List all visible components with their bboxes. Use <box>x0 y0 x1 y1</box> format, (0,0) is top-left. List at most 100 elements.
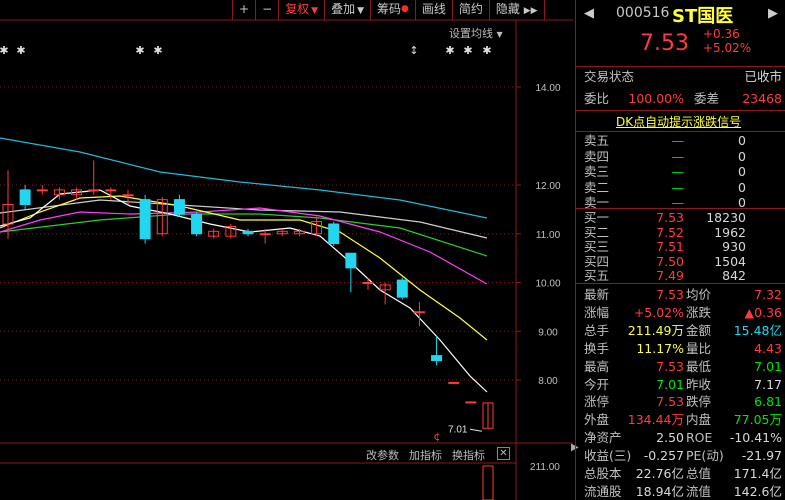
stat-label: 流值 <box>686 483 712 499</box>
dropdown-arrow-icon: ▼ <box>357 6 364 16</box>
dropdown-arrow-icon: ▼ <box>311 6 319 16</box>
settings-ma-button[interactable]: 设置均线 ▼ <box>449 25 503 41</box>
chart-toolbar: + − 复权 ▼ 叠加 ▼ 筹码● 画线 简约 隐藏 ▶▶ <box>232 0 545 20</box>
stat-label: 最高 <box>584 358 610 374</box>
stat-value: 171.4亿 <box>733 466 782 481</box>
candle-body <box>362 282 374 284</box>
adjust-button[interactable]: 复权 ▼ <box>279 0 326 20</box>
stat-value: 22.76亿 <box>635 466 684 481</box>
bid-level-label: 买二 <box>584 224 610 240</box>
ask-volume: 0 <box>738 133 746 148</box>
stat-label: 总值 <box>686 466 712 481</box>
trade-status-value: 已收市 <box>744 69 782 84</box>
candle-body <box>345 252 357 269</box>
ask-level-label: 卖五 <box>584 133 610 148</box>
stat-value: 7.01 <box>656 376 684 392</box>
volume-tick-label: 211.00 <box>530 462 560 473</box>
volume-bar <box>482 465 494 500</box>
stock-name: ST国医 <box>672 6 734 27</box>
candle-body <box>259 233 271 236</box>
zoom-out-button[interactable]: − <box>256 0 280 20</box>
candle-body <box>413 311 425 314</box>
last-price: 7.53 <box>640 31 689 56</box>
ask-volume: 0 <box>738 164 746 179</box>
candle-body <box>448 381 460 384</box>
stat-label: 最新 <box>584 287 610 302</box>
bid-level-row[interactable]: 买一 7.53 18230 <box>576 210 785 225</box>
price-change: +0.36 +5.02% <box>703 27 751 55</box>
stat-value: 15.48亿 <box>733 322 782 338</box>
close-icon[interactable]: ✕ <box>497 447 510 460</box>
price-tick-label: 14.00 <box>535 83 560 94</box>
stat-label: 最低 <box>686 358 712 374</box>
bid-level-row[interactable]: 买三 7.51 930 <box>576 239 785 254</box>
kline-chart[interactable]: 14.00 12.00 11.00 10.00 9.00 8.00 211.00 ✱ ✱ ✱ ✱ ↕ ✱… <box>0 0 573 500</box>
ask-level-row[interactable]: 卖三 — 0 <box>576 164 785 179</box>
prev-stock-icon[interactable]: ◀ <box>584 6 594 21</box>
stat-row: 流通股 18.94亿 流值 142.6亿 <box>576 483 785 500</box>
draw-line-button[interactable]: 画线 <box>416 0 453 20</box>
stat-value: 6.81 <box>754 394 782 410</box>
stat-value: 77.05万 <box>733 412 782 428</box>
switch-indicator-button[interactable]: 换指标 <box>452 447 485 463</box>
stat-label: 涨幅 <box>584 304 610 320</box>
stat-label: 金额 <box>686 322 712 338</box>
stat-label: 涨停 <box>584 394 610 410</box>
stat-label: 内盘 <box>686 412 712 428</box>
stat-row: 收益(三) -0.257 PE(动) -21.97 <box>576 447 785 464</box>
event-marker-icon: ¢ <box>434 430 441 443</box>
bid-level-label: 买五 <box>584 268 610 284</box>
ask-level-label: 卖四 <box>584 148 610 164</box>
ask-volume: 0 <box>738 148 746 164</box>
candle-body <box>19 189 31 205</box>
bid-level-label: 买一 <box>584 210 610 225</box>
bid-volume: 1504 <box>714 253 746 269</box>
bid-level-row[interactable]: 买四 7.50 1504 <box>576 254 785 269</box>
event-star-icon: ✱ <box>135 44 144 57</box>
simple-mode-button[interactable]: 简约 <box>453 0 490 20</box>
ask-level-row[interactable]: 卖二 — 0 <box>576 180 785 195</box>
weicha-value: 23468 <box>742 91 782 106</box>
ask-price: — <box>671 133 685 148</box>
bid-volume: 930 <box>722 239 746 255</box>
overlay-button[interactable]: 叠加 ▼ <box>325 0 371 20</box>
candle-body <box>173 199 185 215</box>
stat-value: 2.50 <box>656 430 684 446</box>
stat-label: 均价 <box>686 287 712 302</box>
stat-row: 涨幅 +5.02% 涨跌 ▲0.36 <box>576 304 785 321</box>
stat-row: 最新 7.53 均价 7.32 <box>576 286 785 303</box>
change-params-button[interactable]: 改参数 <box>366 447 399 463</box>
chips-button[interactable]: 筹码● <box>371 0 416 20</box>
candle-body <box>431 355 443 361</box>
event-star-icon: ✱ <box>153 44 162 57</box>
stat-value: 7.17 <box>754 376 782 392</box>
kline-chart-area[interactable]: 14.00 12.00 11.00 10.00 9.00 8.00 211.00 ✱ ✱ ✱ ✱ ↕ ✱… <box>0 0 573 500</box>
stat-row: 总手 211.49万 金额 15.48亿 <box>576 322 785 339</box>
bid-level-row[interactable]: 买二 7.52 1962 <box>576 225 785 240</box>
stat-label: 量比 <box>686 340 712 356</box>
price-tick-label: 12.00 <box>535 181 560 192</box>
dk-signal-link[interactable]: DK点自动提示涨跌信号 <box>616 113 741 130</box>
order-ratio-row: 委比 100.00% 委差 23468 <box>576 90 785 108</box>
hide-button[interactable]: 隐藏 ▶▶ <box>490 0 545 20</box>
bid-level-label: 买三 <box>584 239 610 255</box>
stat-label: 总手 <box>584 322 610 338</box>
ask-price: — <box>671 148 685 164</box>
bid-price: 7.51 <box>656 239 684 255</box>
low-price-label: 7.01 <box>448 424 468 435</box>
zoom-in-button[interactable]: + <box>233 0 257 20</box>
stat-value: 7.53 <box>656 287 684 302</box>
divider <box>576 110 785 111</box>
ask-level-row[interactable]: 卖五 — 0 <box>576 133 785 148</box>
stat-value: 4.43 <box>754 340 782 356</box>
ask-level-row[interactable]: 卖四 — 0 <box>576 149 785 164</box>
bid-price: 7.49 <box>656 268 684 284</box>
change-percent: +5.02% <box>703 41 752 55</box>
hide-label: 隐藏 <box>495 2 520 16</box>
expand-icon[interactable]: ▶▶ <box>524 6 538 16</box>
bid-level-row[interactable]: 买五 7.49 842 <box>576 268 785 283</box>
stat-label: PE(动) <box>686 448 724 464</box>
event-star-icon: ✱ <box>445 44 454 57</box>
add-indicator-button[interactable]: 加指标 <box>409 447 442 463</box>
next-stock-icon[interactable]: ▶ <box>768 6 778 21</box>
